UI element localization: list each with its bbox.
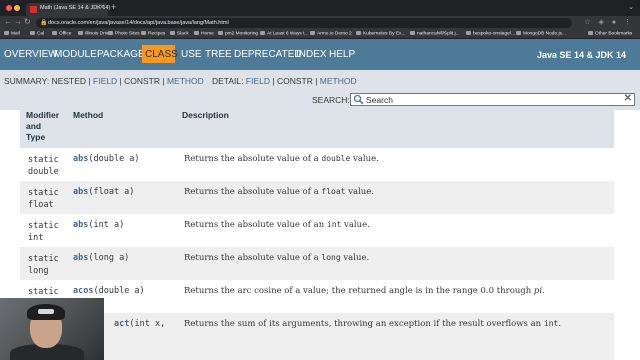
clear-search-icon[interactable]: ✕ <box>624 93 632 104</box>
method-link[interactable]: abs <box>73 253 88 263</box>
bookmark-item[interactable]: Other Bookmarks <box>588 31 632 37</box>
method-signature: act(int x, <box>114 319 166 329</box>
bookmark-item[interactable]: bespoke-onstage/... <box>466 31 515 37</box>
method-description: Returns the absolute value of a long val… <box>184 253 370 263</box>
method-summary-table: Modifier and Type Method Description sta… <box>20 110 614 360</box>
method-description: Returns the arc cosine of a value; the r… <box>184 286 545 296</box>
address-bar[interactable]: 🔒 docs.oracle.com/en/java/javase/14/docs… <box>36 18 572 28</box>
cap-logo <box>38 309 54 314</box>
bookmark-item[interactable]: nathancahill/Split.j... <box>410 31 460 37</box>
modifier-type: static long <box>28 254 59 276</box>
nav-class-label: CLASS <box>145 49 178 60</box>
summary-nested: NESTED <box>51 76 87 86</box>
search-icon <box>353 94 364 105</box>
method-description: Returns the absolute value of an int val… <box>184 220 370 230</box>
bookmark-item[interactable]: Cal <box>30 31 44 37</box>
table-row: static double abs(double a) Returns the a… <box>20 148 614 181</box>
nav-tree[interactable]: TREE <box>205 49 232 60</box>
nav-overview[interactable]: OVERVIEW <box>4 49 58 60</box>
nav-deprecated[interactable]: DEPRECATED <box>234 49 302 60</box>
bookmark-item[interactable]: Armo.io Demo 2 <box>310 31 352 37</box>
method-signature: acos(double a) <box>73 286 145 296</box>
summary-links: SUMMARY: NESTED | FIELD | CONSTR | METHO… <box>4 76 204 86</box>
browser-extension-icons[interactable]: ☆ ◈ ● ⋮ <box>584 18 634 26</box>
bookmark-item[interactable]: Office <box>52 31 71 37</box>
minimize-window-button[interactable] <box>14 5 20 11</box>
search-placeholder: Search <box>366 95 393 105</box>
method-description: Returns the absolute value of a float va… <box>184 187 374 197</box>
about-version: Java SE 14 & JDK 14 <box>536 50 626 60</box>
nav-use[interactable]: USE <box>181 49 202 60</box>
modifier-type: static double <box>28 155 59 177</box>
method-signature: abs(long a) <box>73 253 130 263</box>
table-row: static acos(double a) Returns the arc co… <box>20 280 614 313</box>
detail-links: DETAIL: FIELD | CONSTR | METHOD <box>212 76 357 86</box>
summary-method-link[interactable]: METHOD <box>167 76 204 86</box>
webcam-overlay <box>0 298 104 360</box>
col-description-header: Description <box>182 110 229 120</box>
bookmark-item[interactable]: At Least 6 Ways t... <box>260 31 308 37</box>
nav-package[interactable]: PACKAGE <box>97 49 145 60</box>
nav-index[interactable]: INDEX <box>296 49 327 60</box>
java-favicon-icon <box>30 6 37 13</box>
bookmark-item[interactable]: Recipes <box>141 31 165 37</box>
new-tab-button[interactable]: + <box>111 2 116 12</box>
bookmark-item[interactable]: pm2 Monitoring <box>218 31 258 37</box>
modifier-type: static <box>28 287 59 297</box>
tab-search-icon[interactable]: ⌄ <box>628 3 634 11</box>
back-icon[interactable]: ← <box>4 17 12 26</box>
detail-constr: CONSTR <box>276 76 313 86</box>
search-label: SEARCH: <box>312 95 350 105</box>
browser-tab-strip: Math (Java SE 14 & JDK 14) × + ⌄ <box>0 0 640 16</box>
summary-field-link[interactable]: FIELD <box>93 76 117 86</box>
browser-toolbar: ← → ↻ 🔒 docs.oracle.com/en/java/javase/1… <box>0 16 640 29</box>
bookmark-item[interactable]: MongoDB Node.js... <box>516 31 566 37</box>
method-link[interactable]: abs <box>73 154 88 164</box>
close-window-button[interactable] <box>6 5 12 11</box>
bookmark-item[interactable]: Home <box>194 31 214 37</box>
close-tab-icon[interactable]: × <box>100 4 104 11</box>
table-header: Modifier and Type Method Description <box>20 110 614 148</box>
table-row: static long abs(long a) Returns the absol… <box>20 247 614 280</box>
forward-icon[interactable]: → <box>14 17 22 26</box>
method-link[interactable]: act <box>114 319 129 329</box>
table-row: static float abs(float a) Returns the abs… <box>20 181 614 214</box>
modifier-type: static float <box>28 188 59 210</box>
nav-class-active[interactable]: CLASS <box>142 45 178 63</box>
method-link[interactable]: abs <box>73 220 88 230</box>
reload-icon[interactable]: ↻ <box>24 17 31 26</box>
bookmark-item[interactable]: Kubernetes By Ex... <box>356 31 405 37</box>
browser-tab-active[interactable]: Math (Java SE 14 & JDK 14) × <box>26 3 110 16</box>
lock-icon: 🔒 <box>40 20 48 26</box>
detail-field-link[interactable]: FIELD <box>246 76 270 86</box>
col-modifier-header: Modifier and Type <box>26 110 60 142</box>
method-signature: abs(float a) <box>73 187 135 197</box>
table-row: act(int x, Returns the sum of its argume… <box>20 313 614 346</box>
search-input[interactable]: Search ✕ <box>350 93 635 106</box>
bookmarks-bar: Mail Cal Office Illinois Drive Photo Sit… <box>0 29 640 39</box>
method-signature: abs(double a) <box>73 154 140 164</box>
bookmark-item[interactable]: Illinois Drive <box>78 31 111 37</box>
modifier-type: static int <box>28 221 59 243</box>
summary-constr: CONSTR <box>124 76 160 86</box>
nav-help[interactable]: HELP <box>329 49 355 60</box>
detail-method-link[interactable]: METHOD <box>320 76 357 86</box>
method-link[interactable]: acos <box>73 286 93 296</box>
nav-module[interactable]: MODULE <box>54 49 97 60</box>
javadoc-top-nav: OVERVIEW MODULE PACKAGE CLASS USE TREE D… <box>0 39 640 70</box>
method-description: Returns the absolute value of a double v… <box>184 154 379 164</box>
method-link[interactable]: abs <box>73 187 88 197</box>
bookmark-item[interactable]: Mail <box>4 31 20 37</box>
address-url: docs.oracle.com/en/java/javase/14/docs/a… <box>48 19 229 26</box>
bookmark-item[interactable]: Slack <box>170 31 189 37</box>
method-description: Returns the sum of its arguments, throwi… <box>184 319 562 329</box>
col-method-header: Method <box>73 110 104 120</box>
method-signature: abs(int a) <box>73 220 125 230</box>
bookmark-item[interactable]: Photo Sites <box>108 31 140 37</box>
table-row: static int abs(int a) Returns the absolut… <box>20 214 614 247</box>
